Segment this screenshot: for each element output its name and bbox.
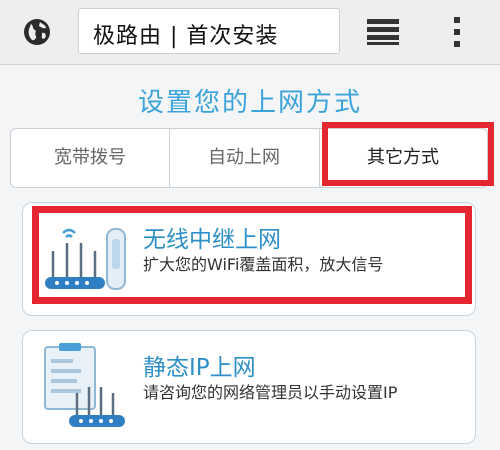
option-static-ip[interactable]: 静态IP上网 请咨询您的网络管理员以手动设置IP xyxy=(22,330,476,444)
tab-highlight-box xyxy=(322,122,494,186)
address-bar[interactable]: 极路由 | 首次安装 xyxy=(78,8,340,54)
page: 极路由 | 首次安装 设置您的上网方式 宽带拨号 自动上网 其它方式 无线中继上… xyxy=(0,0,500,450)
overflow-menu-icon[interactable] xyxy=(452,16,462,48)
page-title: 设置您的上网方式 xyxy=(137,88,362,118)
globe-icon[interactable] xyxy=(22,17,52,47)
tab-broadband-dialup[interactable]: 宽带拨号 xyxy=(11,129,170,187)
address-bar-text: 极路由 | 首次安装 xyxy=(93,24,279,49)
tab-auto-connect[interactable]: 自动上网 xyxy=(169,129,320,187)
router-clipboard-icon xyxy=(44,343,125,427)
option-title: 静态IP上网 xyxy=(143,355,256,381)
option-highlight-box xyxy=(32,206,472,304)
browser-toolbar: 极路由 | 首次安装 xyxy=(0,0,500,65)
tabs-icon[interactable] xyxy=(367,19,399,45)
option-description: 请咨询您的网络管理员以手动设置IP xyxy=(143,383,398,402)
